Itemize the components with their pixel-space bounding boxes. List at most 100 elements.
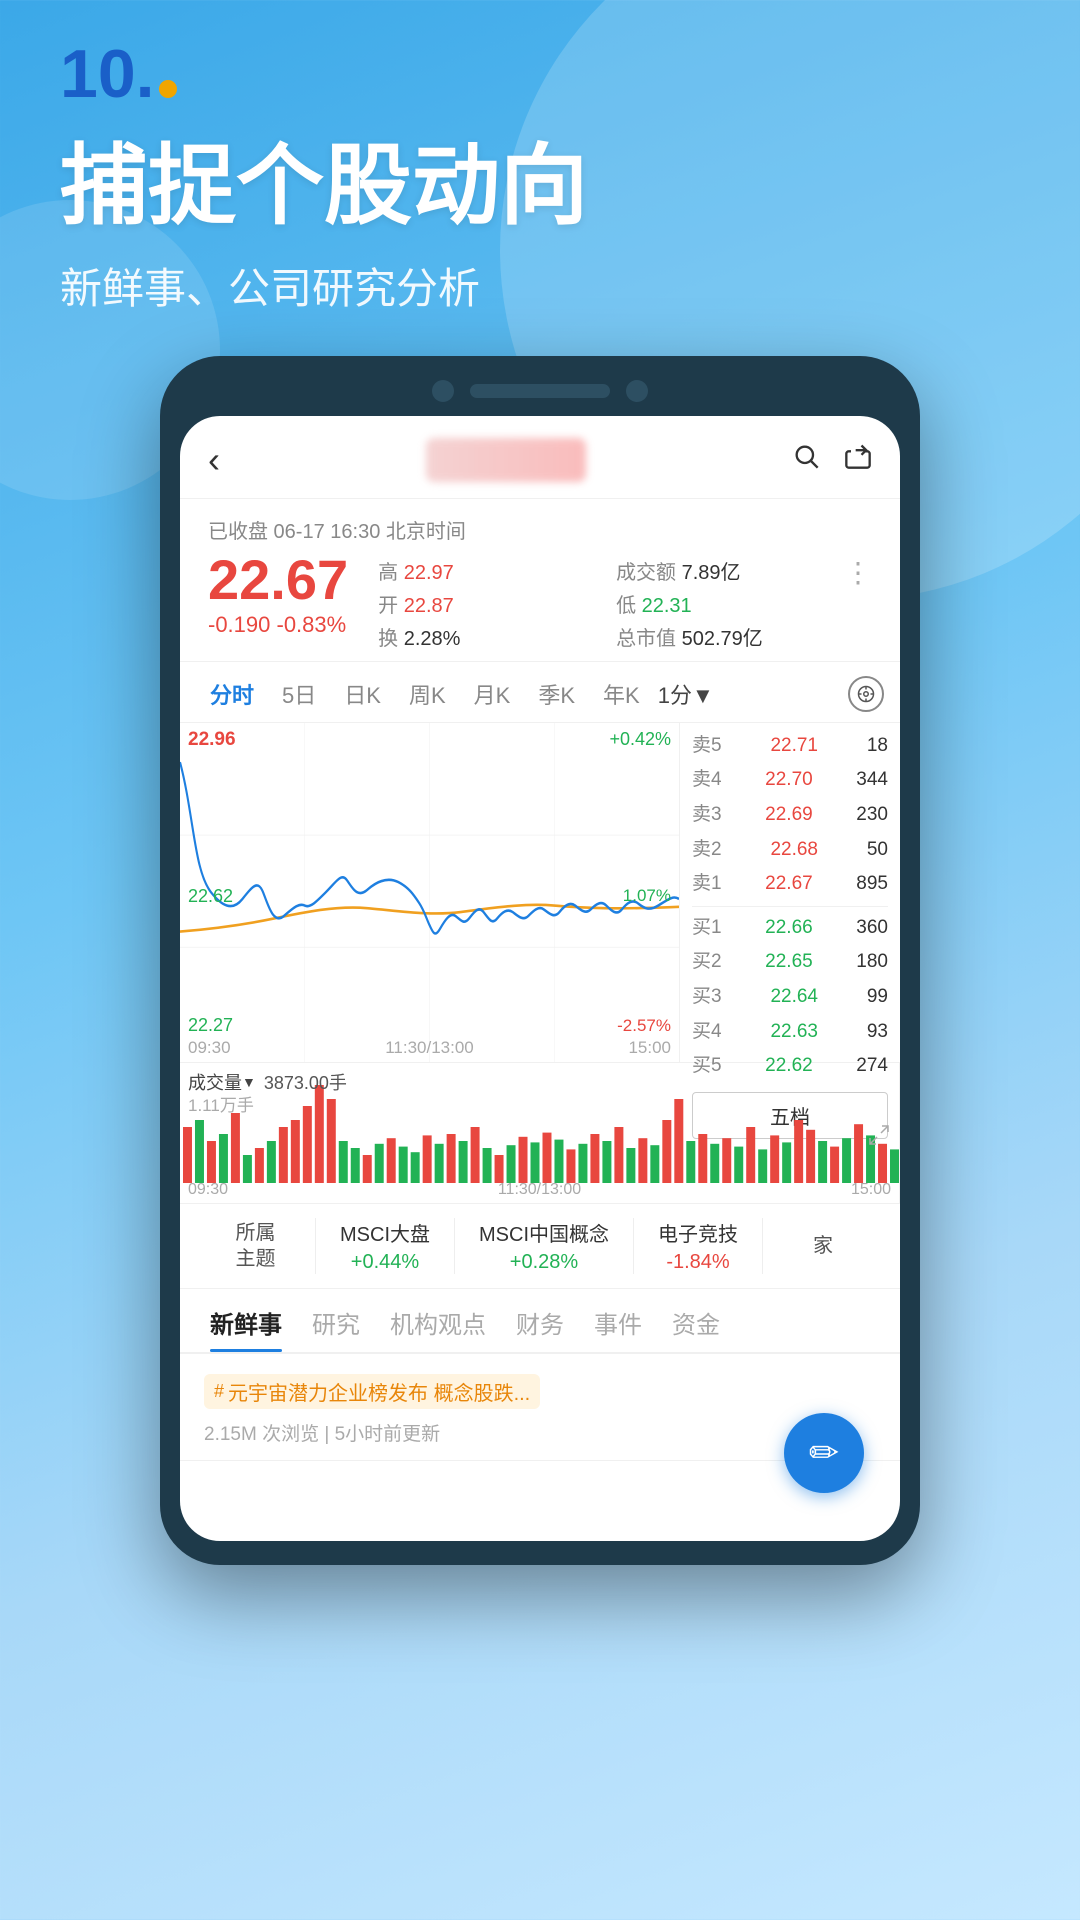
low-value: 22.31: [642, 595, 692, 617]
open-label: 开: [378, 595, 398, 617]
target-icon-container: [848, 676, 884, 712]
chart-change-mid-right: 1.07%: [623, 886, 671, 906]
tab-年K[interactable]: 年K: [589, 672, 654, 716]
volume-chart: 成交量 ▼ 3873.00手 1.11万手: [180, 1063, 900, 1203]
turnover-label: 换: [378, 628, 398, 650]
tab-财务[interactable]: 财务: [506, 1305, 574, 1352]
sell-label-5: 卖5: [692, 733, 722, 760]
theme-esports[interactable]: 电子竞技 -1.84%: [634, 1218, 763, 1274]
stock-status-time: 已收盘 06-17 16:30 北京时间: [208, 515, 872, 544]
vol-time-start: 09:30: [188, 1181, 228, 1199]
buy-qty-1: 360: [856, 915, 888, 942]
tab-月K[interactable]: 月K: [460, 672, 525, 716]
order-book: 卖5 22.71 18 卖4 22.70 344 卖3 22.69 230: [680, 723, 900, 1062]
stock-current-price: 22.67: [208, 552, 348, 608]
theme-esports-change: -1.84%: [666, 1251, 729, 1274]
mktcap-label: 总市值: [616, 628, 676, 650]
sell-label-1: 卖1: [692, 871, 722, 898]
sell-row-4: 卖4 22.70 344: [680, 763, 900, 798]
expand-icon[interactable]: [867, 1123, 891, 1153]
buy-label-4: 买4: [692, 1019, 722, 1046]
news-meta: 2.15M 次浏览 | 5小时前更新: [204, 1419, 876, 1446]
phone-camera2: [626, 380, 648, 402]
fab-button[interactable]: ✏: [784, 1413, 864, 1493]
tab-机构观点[interactable]: 机构观点: [380, 1305, 496, 1352]
tab-资金[interactable]: 资金: [662, 1305, 730, 1352]
vol-time-mid: 11:30/13:00: [498, 1181, 581, 1199]
search-icon[interactable]: [792, 441, 820, 478]
main-price-chart: 22.96 +0.42% 22.62 1.07% 22.27 -2.57%: [180, 723, 680, 1062]
sell-qty-1: 895: [856, 871, 888, 898]
stock-open: 开 22.87: [378, 589, 596, 618]
low-label: 低: [616, 595, 636, 617]
high-label: 高: [378, 562, 398, 584]
volume-value: 7.89亿: [682, 562, 741, 584]
price-chart-svg: [180, 723, 679, 1062]
hero-subtitle: 新鲜事、公司研究分析: [60, 255, 1020, 316]
theme-msci-china-name: MSCI中国概念: [479, 1218, 609, 1247]
buy-price-2: 22.65: [765, 949, 813, 976]
tab-1分-dropdown[interactable]: 1分▼: [658, 678, 714, 710]
buy-qty-4: 93: [867, 1019, 888, 1046]
tab-5日[interactable]: 5日: [268, 672, 330, 716]
buy-label-1: 买1: [692, 915, 722, 942]
target-icon[interactable]: [848, 676, 884, 712]
chart-price-mid-left: 22.62: [188, 886, 233, 907]
logo-number: 10.: [60, 40, 155, 108]
more-options-icon[interactable]: ⋮: [834, 552, 872, 589]
phone-frame: ‹: [160, 356, 920, 1565]
sell-qty-5: 18: [867, 733, 888, 760]
logo-dot-icon: [159, 80, 177, 98]
buy-label-2: 买2: [692, 949, 722, 976]
hero-section: 10. 捕捉个股动向 新鲜事、公司研究分析: [0, 0, 1080, 316]
buy-qty-3: 99: [867, 984, 888, 1011]
chart-change-bot-right: -2.57%: [617, 1016, 671, 1036]
volume-chart-left: 成交量 ▼ 3873.00手 1.11万手: [180, 1063, 900, 1203]
fab-spacer: ✏: [180, 1461, 900, 1541]
tab-日K[interactable]: 日K: [330, 672, 395, 716]
sell-price-5: 22.71: [770, 733, 818, 760]
theme-section: 所属主题 MSCI大盘 +0.44% MSCI中国概念 +0.28% 电子竞技 …: [180, 1204, 900, 1289]
tab-事件[interactable]: 事件: [584, 1305, 652, 1352]
buy-qty-2: 180: [856, 949, 888, 976]
high-value: 22.97: [404, 562, 454, 584]
tab-分时[interactable]: 分时: [196, 672, 268, 716]
header-title-blurred: [426, 438, 586, 482]
time-end: 15:00: [628, 1038, 671, 1058]
theme-header-label: 所属主题: [236, 1220, 276, 1272]
open-value: 22.87: [404, 595, 454, 617]
buy-label-3: 买3: [692, 984, 722, 1011]
theme-msci-china[interactable]: MSCI中国概念 +0.28%: [455, 1218, 634, 1274]
buy-price-3: 22.64: [770, 984, 818, 1011]
tab-1分-label: 1分▼: [658, 678, 714, 710]
stock-low: 低 22.31: [616, 589, 834, 618]
buy-row-2: 买2 22.65 180: [680, 945, 900, 980]
mktcap-value: 502.79亿: [682, 628, 763, 650]
tab-季K[interactable]: 季K: [524, 672, 589, 716]
stock-mktcap: 总市值 502.79亿: [616, 622, 834, 651]
chevron-down-icon: ▼: [242, 1074, 256, 1090]
phone-speaker: [470, 384, 610, 398]
volume-time-labels: 09:30 11:30/13:00 15:00: [180, 1181, 899, 1199]
theme-more[interactable]: 家: [763, 1218, 883, 1274]
time-mid: 11:30/13:00: [385, 1038, 474, 1058]
hero-title: 捕捉个股动向: [60, 138, 1020, 235]
tab-研究[interactable]: 研究: [302, 1305, 370, 1352]
theme-msci-large[interactable]: MSCI大盘 +0.44%: [316, 1218, 455, 1274]
tab-新鲜事[interactable]: 新鲜事: [200, 1305, 292, 1352]
phone-mockup: ‹: [0, 356, 1080, 1565]
chart-tabs-bar: 分时 5日 日K 周K 月K 季K 年K 1分▼: [180, 662, 900, 723]
share-icon[interactable]: [844, 441, 872, 478]
theme-msci-china-change: +0.28%: [510, 1251, 578, 1274]
sell-label-3: 卖3: [692, 802, 722, 829]
sell-label-2: 卖2: [692, 837, 722, 864]
theme-more-label: 家: [813, 1233, 833, 1259]
sell-qty-3: 230: [856, 802, 888, 829]
back-button[interactable]: ‹: [208, 439, 220, 481]
header-icons: [792, 441, 872, 478]
tab-周K[interactable]: 周K: [395, 672, 460, 716]
chart-orderbook-area: 22.96 +0.42% 22.62 1.07% 22.27 -2.57%: [180, 723, 900, 1063]
theme-esports-name: 电子竞技: [658, 1218, 738, 1247]
stock-price-block: 22.67 -0.190 -0.83%: [208, 552, 348, 638]
theme-header-item: 所属主题: [196, 1218, 316, 1274]
